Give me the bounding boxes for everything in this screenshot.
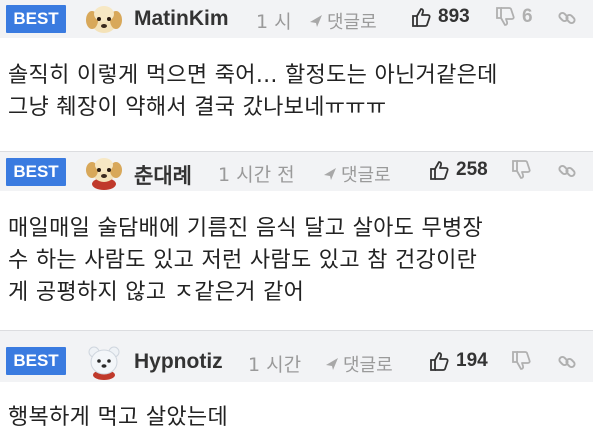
thumbs-down-icon — [496, 7, 515, 26]
comment-item: BEST Hypnotiz 1 시간 댓글로 194 행복하게 먹고 살았는데 — [0, 330, 593, 443]
comment-line: 게 공평하지 않고 ㅈ같은거 같어 — [8, 280, 305, 305]
comment-line: 수 하는 사람도 있고 저런 사람도 있고 참 건강이란 — [8, 248, 478, 273]
like-count: 258 — [456, 159, 488, 180]
like-button[interactable]: 194 — [428, 350, 488, 372]
reply-arrow-icon — [326, 358, 338, 370]
nickname[interactable]: Hypnotiz — [134, 350, 223, 374]
comment-line: 솔직히 이렇게 먹으면 죽어... 할정도는 아닌거같은데 — [8, 63, 498, 88]
thumbs-down-icon — [512, 160, 531, 179]
best-badge: BEST — [6, 347, 66, 375]
comment-item: BEST 춘대례 1 시간 전 댓글로 258 매일매일 술담배에 기름진 음식… — [0, 151, 593, 330]
like-button[interactable]: 893 — [410, 6, 470, 28]
puppy-avatar[interactable] — [84, 1, 124, 37]
reply-label: 댓글로 — [341, 165, 391, 186]
reply-arrow-icon — [310, 15, 322, 27]
comment-line: 행복하게 먹고 살았는데 — [8, 405, 228, 430]
comment-header: BEST Hypnotiz 1 시간 댓글로 194 — [0, 330, 593, 382]
reply-button[interactable]: 댓글로 — [324, 351, 393, 377]
link-icon[interactable] — [556, 7, 578, 29]
like-count: 893 — [438, 6, 470, 27]
like-button[interactable]: 258 — [428, 159, 488, 181]
like-count: 194 — [456, 350, 488, 371]
link-icon[interactable] — [556, 351, 578, 373]
best-badge: BEST — [6, 158, 66, 186]
thumbs-up-icon — [430, 352, 449, 371]
puppy-red-avatar[interactable] — [84, 154, 124, 190]
best-badge: BEST — [6, 5, 66, 33]
timestamp: 1 시 — [256, 11, 292, 33]
dislike-button[interactable] — [510, 159, 538, 181]
dislike-button[interactable]: 6 — [494, 6, 533, 28]
thumbs-down-icon — [512, 351, 531, 370]
reply-label: 댓글로 — [327, 12, 377, 33]
dislike-button[interactable] — [510, 350, 538, 372]
comment-body: 매일매일 술담배에 기름진 음식 달고 살아도 무병장 수 하는 사람도 있고 … — [8, 213, 483, 309]
reply-button[interactable]: 댓글로 — [308, 8, 377, 34]
nickname[interactable]: MatinKim — [134, 7, 229, 31]
timestamp: 1 시간 — [248, 354, 302, 376]
comment-body: 행복하게 먹고 살았는데 — [8, 402, 228, 434]
comment-header: BEST 춘대례 1 시간 전 댓글로 258 — [0, 151, 593, 191]
link-icon[interactable] — [556, 160, 578, 182]
timestamp: 1 시간 전 — [218, 164, 295, 186]
comment-line: 매일매일 술담배에 기름진 음식 달고 살아도 무병장 — [8, 216, 484, 241]
thumbs-up-icon — [430, 161, 449, 180]
reply-arrow-icon — [324, 168, 336, 180]
comment-body: 솔직히 이렇게 먹으면 죽어... 할정도는 아닌거같은데 그냥 췌장이 약해서… — [8, 60, 498, 124]
comment-item: BEST MatinKim 1 시 댓글로 893 6 솔직히 이렇게 먹으면 … — [0, 0, 593, 151]
thumbs-up-icon — [412, 8, 431, 27]
nickname[interactable]: 춘대례 — [134, 160, 192, 190]
comment-header: BEST MatinKim 1 시 댓글로 893 6 — [0, 0, 593, 38]
comment-line: 그냥 췌장이 약해서 결국 갔나보네ㅠㅠㅠ — [8, 95, 387, 120]
reply-button[interactable]: 댓글로 — [322, 161, 391, 187]
reply-label: 댓글로 — [343, 355, 393, 376]
dislike-count: 6 — [522, 6, 533, 27]
white-bear-avatar[interactable] — [84, 344, 124, 380]
